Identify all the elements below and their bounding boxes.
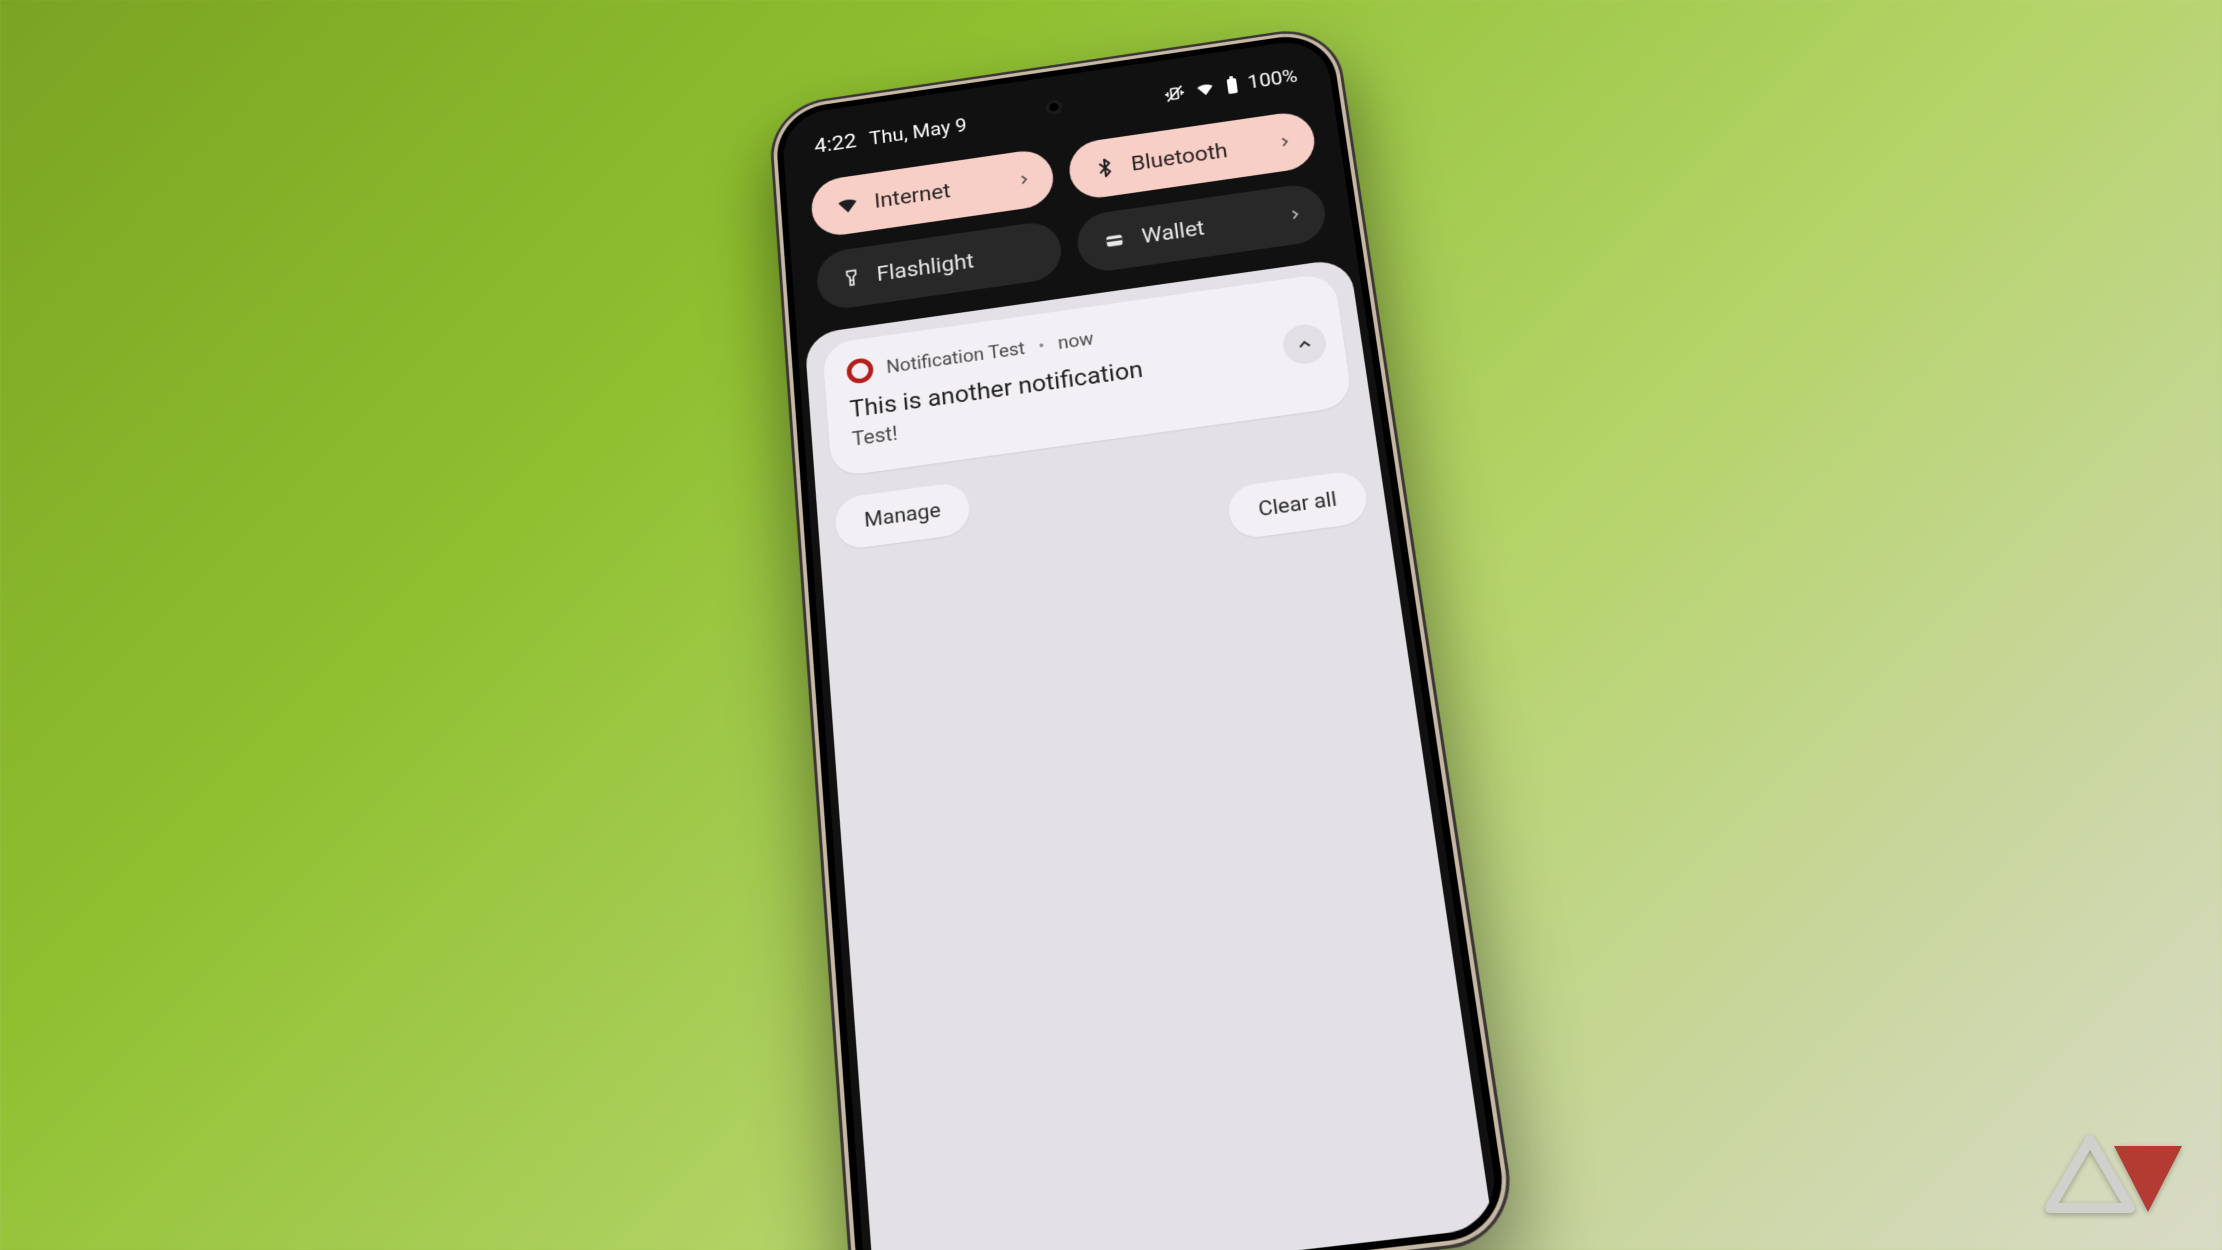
chevron-right-icon — [1275, 133, 1294, 151]
app-icon — [846, 357, 874, 385]
tile-label: Internet — [873, 179, 951, 213]
wifi-icon — [835, 193, 861, 218]
battery-icon — [1224, 74, 1240, 96]
notification-shade: Notification Test • now This is another … — [804, 258, 1501, 1250]
chevron-right-icon — [1015, 171, 1033, 188]
status-time: 4:22 — [813, 129, 857, 158]
vibrate-icon — [1163, 83, 1186, 104]
phone-frame: 4:22 Thu, May 9 — [767, 23, 1519, 1250]
tile-label: Flashlight — [876, 249, 975, 287]
tile-label: Bluetooth — [1130, 138, 1229, 175]
manage-button[interactable]: Manage — [834, 481, 972, 551]
flashlight-icon — [841, 265, 863, 290]
watermark-logo — [2042, 1134, 2192, 1228]
status-date: Thu, May 9 — [869, 115, 968, 150]
separator-dot: • — [1037, 334, 1046, 356]
wifi-icon — [1193, 79, 1218, 100]
notification-time: now — [1057, 328, 1095, 354]
bluetooth-icon — [1093, 155, 1118, 180]
chevron-right-icon — [1286, 206, 1305, 224]
wallet-icon — [1101, 229, 1128, 251]
clear-all-button[interactable]: Clear all — [1226, 469, 1370, 540]
battery-percent: 100% — [1246, 65, 1299, 93]
phone-screen: 4:22 Thu, May 9 — [781, 37, 1502, 1250]
notification-app-name: Notification Test — [886, 337, 1026, 377]
chevron-up-icon — [1294, 334, 1316, 354]
tile-label: Wallet — [1140, 216, 1206, 249]
